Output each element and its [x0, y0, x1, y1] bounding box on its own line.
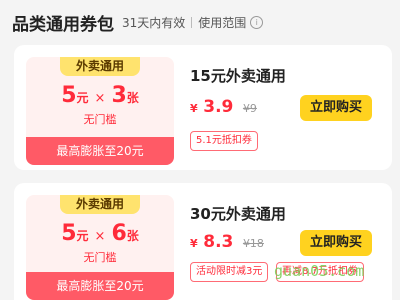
coupon-condition: 无门槛 — [83, 251, 117, 264]
coupon-count: 6 — [111, 221, 127, 246]
coupon-amount: 5元 × 6张 — [26, 221, 174, 246]
coupon-tag: 外卖通用 — [60, 195, 140, 214]
coupon-count-unit: 张 — [126, 91, 139, 105]
header-meta: 31天内有效 使用范围 i — [122, 14, 264, 31]
coupon-ticket: 外卖通用 5元 × 3张 无门槛 最高膨胀至20元 — [26, 57, 174, 165]
product-card: 外卖通用 5元 × 6张 无门槛 最高膨胀至20元 30元外卖通用 ¥ 8.3 ¥1… — [14, 183, 392, 300]
original-price: ¥18 — [242, 237, 264, 250]
coupon-condition: 无门槛 — [83, 113, 117, 126]
coupon-value: 5 — [61, 83, 77, 108]
product-title: 30元外卖通用 — [190, 205, 286, 223]
usage-scope-link[interactable]: 使用范围 — [198, 14, 246, 31]
coupon-ticket: 外卖通用 5元 × 6张 无门槛 最高膨胀至20元 — [26, 195, 174, 300]
price-value: 8.3 — [203, 232, 234, 252]
coupon-tag: 外卖通用 — [60, 57, 140, 76]
currency-symbol: ¥ — [190, 102, 198, 115]
coupon-footer: 最高膨胀至20元 — [26, 272, 174, 300]
coupon-count-unit: 张 — [126, 229, 139, 243]
buy-now-button[interactable]: 立即购买 — [300, 230, 372, 256]
price: ¥ 8.3 ¥18 — [190, 232, 264, 252]
multiply-sign: × — [94, 229, 106, 244]
coupon-value-unit: 元 — [76, 229, 89, 243]
coupon-footer: 最高膨胀至20元 — [26, 137, 174, 165]
validity-text: 31天内有效 — [122, 15, 186, 30]
watermark: guan05.com — [274, 262, 365, 280]
multiply-sign: × — [94, 91, 106, 106]
currency-symbol: ¥ — [190, 237, 198, 250]
product-title: 15元外卖通用 — [190, 67, 286, 85]
original-price: ¥9 — [242, 102, 257, 115]
coupon-count: 3 — [111, 83, 127, 108]
page-title: 品类通用券包 — [12, 14, 114, 35]
coupon-value-unit: 元 — [76, 91, 89, 105]
coupon-value: 5 — [61, 221, 77, 246]
coupon-amount: 5元 × 3张 — [26, 83, 174, 108]
info-icon[interactable]: i — [250, 15, 264, 29]
divider — [191, 16, 193, 28]
page-header: 品类通用券包 31天内有效 使用范围 i — [12, 8, 264, 36]
discount-tag: 5.1元抵扣券 — [190, 131, 258, 151]
price: ¥ 3.9 ¥9 — [190, 97, 257, 117]
price-value: 3.9 — [203, 97, 234, 117]
buy-now-button[interactable]: 立即购买 — [300, 95, 372, 121]
discount-tag: 活动限时减3元 — [190, 262, 269, 282]
product-card: 外卖通用 5元 × 3张 无门槛 最高膨胀至20元 15元外卖通用 ¥ 3.9 ¥9… — [14, 45, 392, 170]
